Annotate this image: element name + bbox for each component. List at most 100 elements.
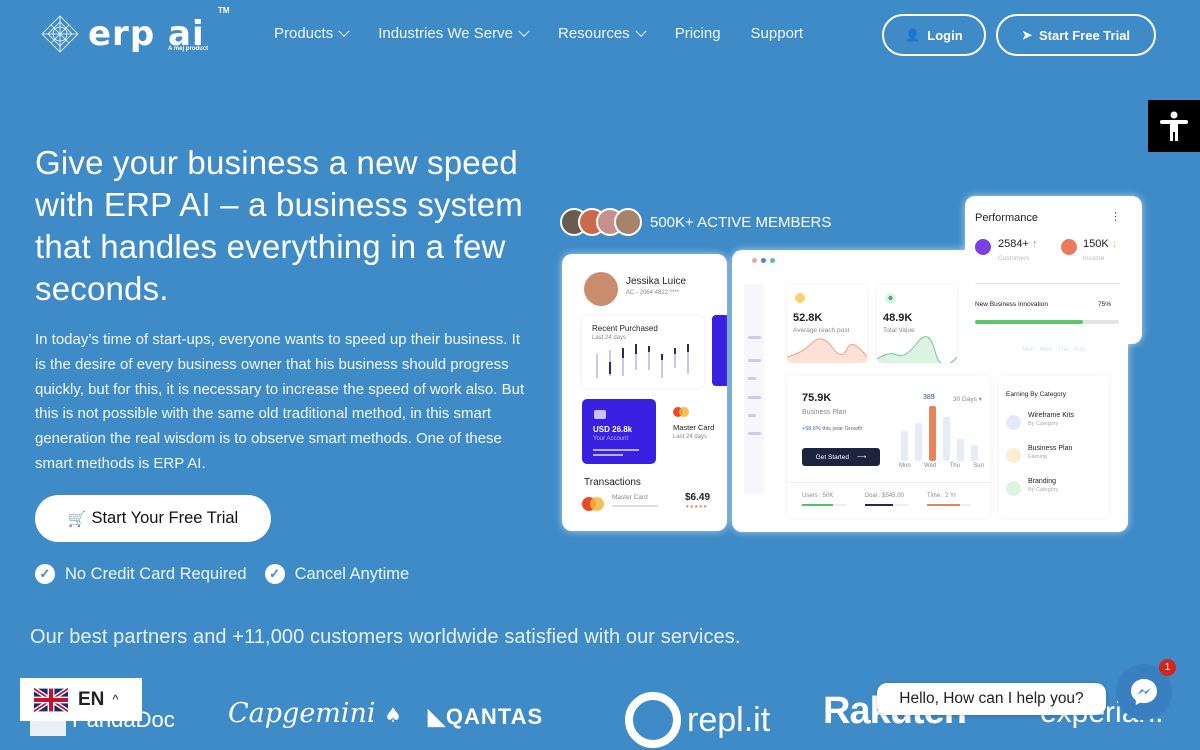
transactions-title: Transactions [584,477,641,488]
rating-stars: ★★★★★ [685,504,708,510]
check-no-credit-card: ✓ No Credit Card Required [35,564,247,584]
user-icon: 👤 [905,28,921,42]
start-your-free-trial-button[interactable]: 🛒 Start Your Free Trial [35,495,271,542]
earning-item-title: Business Plan [1028,445,1073,452]
day-label: Thu [949,463,960,469]
plan-bar [943,417,950,461]
logo-text: repl.it [687,700,771,739]
day-label: Sun [1074,347,1085,353]
wallet-icon [594,410,606,419]
footer-stat: Goal : $545.00 [864,493,920,506]
footer-stat-fill [927,504,960,506]
stat-label: Average reach post [793,327,850,334]
cart-icon: 🛒 [67,510,87,528]
performance-title: Performance [975,212,1038,224]
cta-label: Start Your Free Trial [91,509,239,527]
day-label: Mon [899,463,911,469]
stat-label: Total Value [883,327,915,334]
hero-description: In today’s time of start-ups, everyone w… [35,331,525,472]
footer-stat-label: Goal : $545.00 [864,493,904,499]
uk-flag-icon [34,687,68,712]
plan-bar [915,422,922,461]
day-label: Wed [1039,347,1052,353]
get-started-label: Get Started [815,453,849,461]
logo-capgemini: Capgemini ♠ [228,698,402,729]
main-nav: Products Industries We Serve Resources P… [274,25,833,42]
profile-name: Jessika Luice [626,276,687,287]
plan-label: Business Plan [802,409,847,416]
earning-item-title: Wireframe Kits [1028,412,1074,419]
footer-stat-bar [802,504,846,506]
coin-icon [795,293,805,303]
bar-peak-value: 389 [923,394,935,401]
footer-stat: Users : 50K [802,493,857,506]
nav-pricing[interactable]: Pricing [675,25,721,42]
profile-account: AC - 2064 4822 **** [626,290,680,296]
earning-item: Branding By Category [1006,478,1058,496]
growth-text: this year Growth [822,426,863,432]
accessibility-button[interactable] [1148,100,1200,152]
account-balance-card: USD 26.8k Your Account [582,399,656,464]
stat-total-value: ☻ 48.9K Total Value [877,285,957,363]
nav-label: Resources [557,25,630,42]
members-label: 500K+ ACTIVE MEMBERS [650,213,832,231]
income-label: Income [1083,255,1105,262]
plan-value: 75.9K [802,392,832,404]
trial-label: Start Free Trial [1039,27,1131,43]
earning-item: Wireframe Kits By Category [1006,412,1074,430]
chat-greeting[interactable]: Hello, How can I help you? [877,683,1106,715]
arrow-up-icon: ↑ [1031,238,1038,250]
nav-label: Industries We Serve [378,25,513,42]
earning-by-category-panel: Earning By Category Wireframe Kits By Cat… [999,376,1109,518]
window-dots [752,258,775,263]
logo-replit: repl.it [625,692,770,748]
stat-value: 48.9K [883,312,913,324]
get-started-button[interactable]: Get Started ⟶ [802,448,880,466]
chevron-down-icon [338,25,350,37]
footer-stat-label: Users : 50K [802,493,834,499]
spade-icon: ♠ [384,703,403,727]
more-options-icon[interactable]: ⋮ [1110,210,1121,223]
category-icon [1006,481,1021,496]
replit-swirl-icon [625,692,681,748]
nav-products[interactable]: Products [274,25,350,42]
logo-diamond-icon [40,14,80,54]
nav-support[interactable]: Support [751,25,804,42]
active-members: 500K+ ACTIVE MEMBERS [560,208,831,236]
brand-tagline: A mej product [168,46,209,52]
recent-purchased-panel: Recent Purchased Last 24 days [582,316,704,388]
nav-label: Support [750,25,804,42]
arrow-right-icon: ⟶ [856,454,867,461]
faded-day-labels: Mon Wed Thu Sun [1022,347,1085,353]
earning-item-subtitle: By Category [1028,487,1059,493]
language-switcher[interactable]: EN ^ [20,678,142,721]
footer-stats: Users : 50K Goal : $545.00 Time : 2 Yr [802,493,982,506]
customers-label: Customers [998,255,1030,262]
day-label: Wed [924,463,937,469]
day-label: Thu [1057,347,1069,353]
notification-badge: 1 [1159,659,1176,676]
stat-value: 52.8K [793,312,823,324]
login-label: Login [927,27,963,43]
plan-bar [957,439,964,461]
chevron-down-icon [635,25,647,37]
member-avatar [614,208,642,236]
login-button[interactable]: 👤 Login [882,14,986,56]
plan-bar [901,430,908,461]
nav-resources[interactable]: Resources [557,25,647,42]
logo-text: QANTAS [445,704,544,729]
check-label: No Credit Card Required [65,564,247,583]
mastercard-card: Master Card Last 24 days [665,399,727,464]
check-label: Cancel Anytime [294,564,410,583]
business-plan-panel: 75.9K Business Plan +58.6% this year Gro… [787,376,991,518]
growth-percent: +58.6% [802,426,821,432]
range-select[interactable]: 30 Days ▾ [953,395,982,403]
income-value: 150K [1083,238,1109,250]
card-edge [712,315,727,386]
profile-card: Jessika Luice AC - 2064 4822 **** Recent… [562,254,727,531]
start-free-trial-button[interactable]: ➤ Start Free Trial [996,14,1156,56]
customers-icon [975,239,991,255]
mastercard-title: Master Card [673,423,715,432]
footer-stat-bar [927,504,971,506]
nav-industries[interactable]: Industries We Serve [378,25,530,42]
